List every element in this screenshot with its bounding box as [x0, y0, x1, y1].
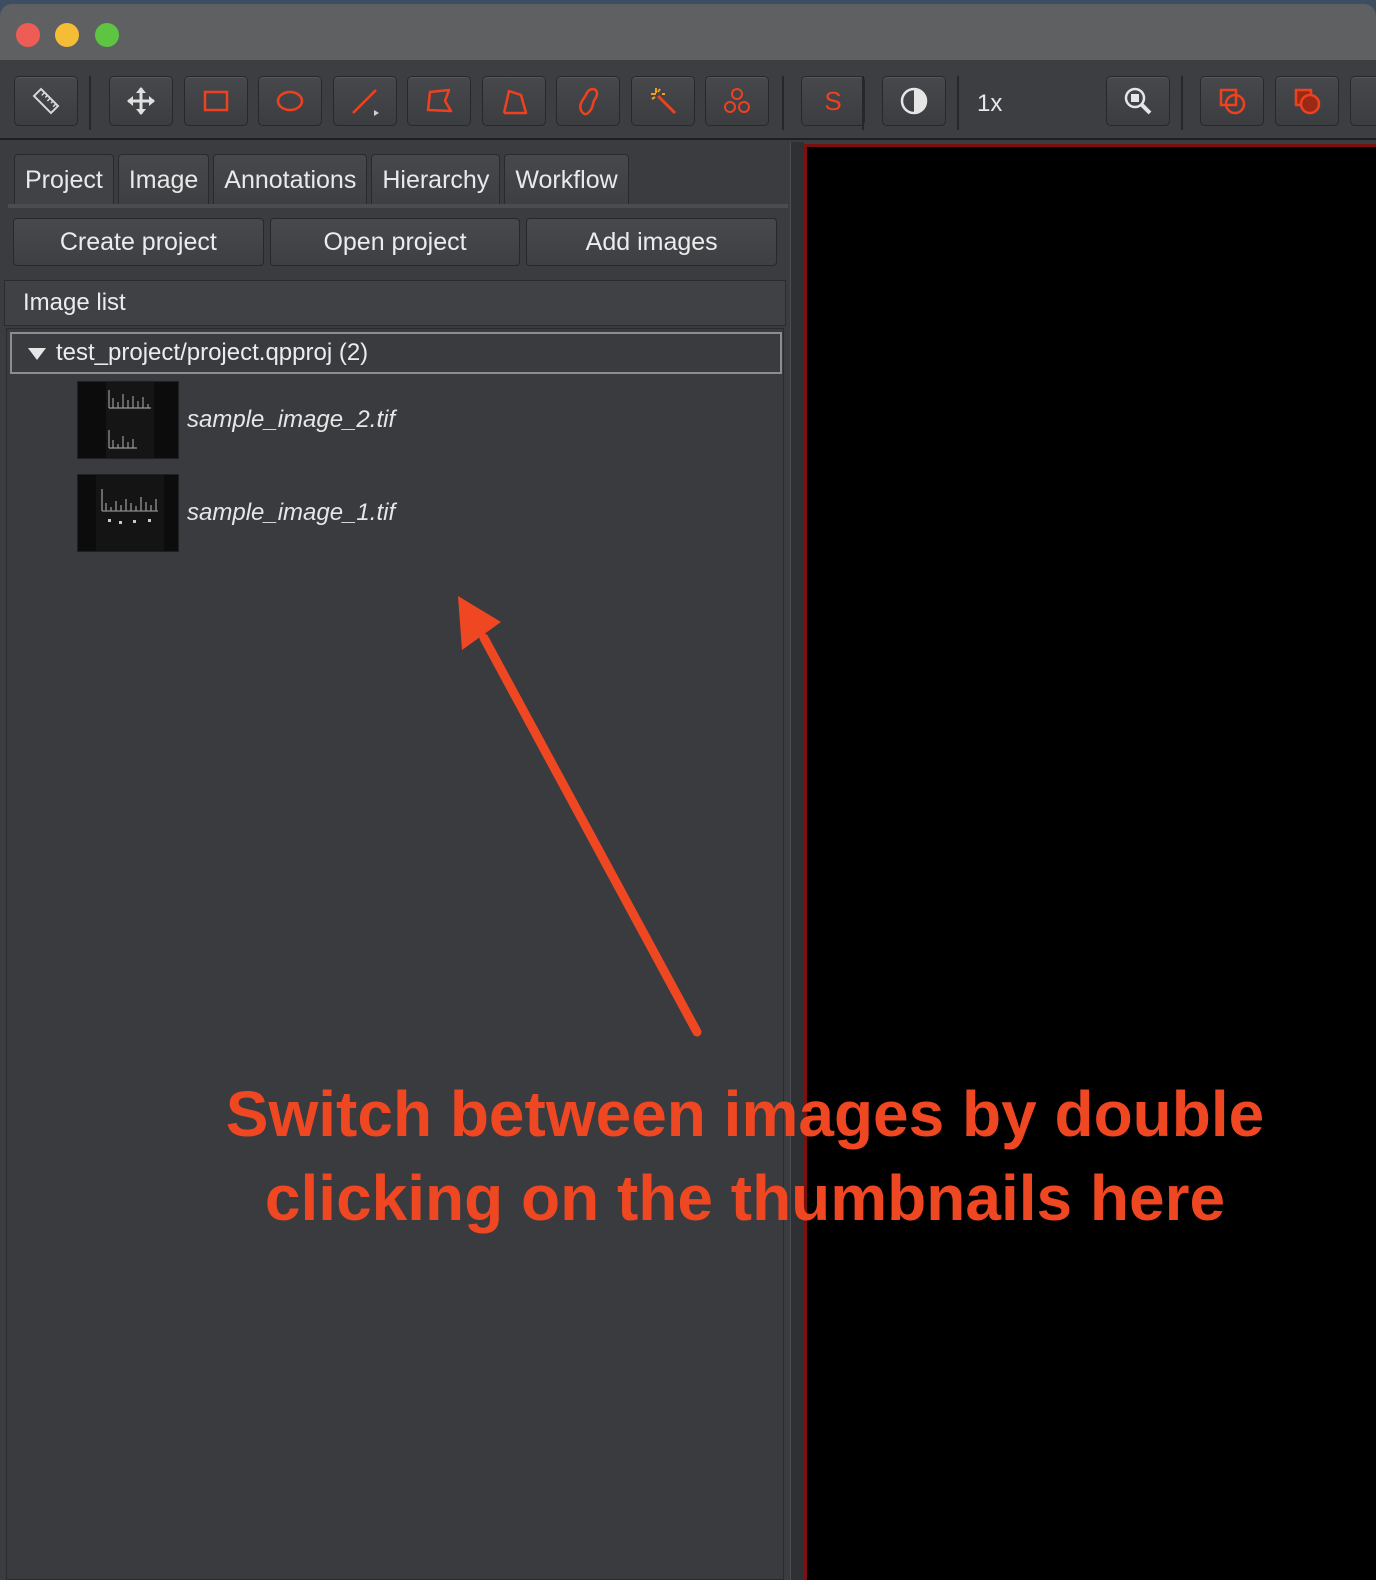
- image-entry[interactable]: sample_image_1.tif: [77, 474, 395, 552]
- project-label: test_project/project.qpproj (2): [56, 339, 369, 366]
- callout-line-2: clicking on the thumbnails here: [264, 1162, 1226, 1234]
- fill-annotations-button[interactable]: [1275, 76, 1339, 126]
- tab-project[interactable]: Project: [14, 154, 114, 204]
- fill-overlay-icon: [1294, 88, 1321, 115]
- main-toolbar: S 1x: [0, 60, 1376, 140]
- polyline-tool-button[interactable]: [482, 76, 546, 126]
- toolbar-separator: [1181, 76, 1183, 130]
- selection-mode-icon: S: [824, 85, 842, 116]
- close-window-button[interactable]: [16, 23, 40, 47]
- minimize-window-button[interactable]: [55, 23, 79, 47]
- toolbar-separator: [782, 76, 784, 130]
- rectangle-tool-button[interactable]: [184, 76, 248, 126]
- image-name-label: sample_image_2.tif: [187, 406, 396, 433]
- image-entry[interactable]: sample_image_2.tif: [77, 381, 395, 459]
- line-icon: [352, 89, 379, 116]
- wand-icon: [651, 88, 677, 115]
- ruler-icon: [32, 87, 60, 115]
- image-list: test_project/project.qpproj (2) sample_i…: [6, 328, 784, 1580]
- project-actions: Create project Open project Add images: [13, 218, 778, 266]
- polygon-icon: [426, 88, 453, 113]
- zoom-to-fit-button[interactable]: [1106, 76, 1170, 126]
- thumbnail-preview-icon: [78, 382, 178, 458]
- image-thumbnail[interactable]: [77, 474, 179, 552]
- tab-hierarchy[interactable]: Hierarchy: [371, 154, 501, 204]
- move-tool-button[interactable]: [109, 76, 173, 126]
- create-project-button[interactable]: Create project: [13, 218, 264, 266]
- selection-mode-button[interactable]: S: [801, 76, 865, 126]
- image-list-header[interactable]: Image list: [4, 280, 786, 326]
- panel-tabs: Project Image Annotations Hierarchy Work…: [14, 154, 629, 204]
- show-overlay-icon: [1219, 88, 1246, 115]
- points-tool-button[interactable]: [705, 76, 769, 126]
- wand-tool-button[interactable]: [631, 76, 695, 126]
- brightness-contrast-button[interactable]: [882, 76, 946, 126]
- add-images-button[interactable]: Add images: [526, 218, 778, 266]
- callout-text: Switch between images by double clicking…: [150, 1072, 1340, 1240]
- more-tools-button[interactable]: [1350, 76, 1376, 126]
- tab-annotations[interactable]: Annotations: [213, 154, 368, 204]
- show-annotations-button[interactable]: [1200, 76, 1264, 126]
- thumbnail-preview-icon: [78, 475, 178, 551]
- open-project-button[interactable]: Open project: [269, 218, 521, 266]
- zoom-to-fit-icon: [1124, 87, 1152, 115]
- rectangle-icon: [203, 90, 229, 112]
- ellipse-tool-button[interactable]: [258, 76, 322, 126]
- tab-workflow[interactable]: Workflow: [504, 154, 629, 204]
- image-viewer[interactable]: [804, 144, 1376, 1580]
- measure-tool-button[interactable]: [14, 76, 78, 126]
- maximize-window-button[interactable]: [95, 23, 119, 47]
- image-thumbnail[interactable]: [77, 381, 179, 459]
- title-bar: [0, 4, 1376, 60]
- analysis-panel: Project Image Annotations Hierarchy Work…: [0, 142, 790, 1580]
- expand-triangle-icon[interactable]: [28, 348, 46, 360]
- panel-splitter[interactable]: [790, 142, 804, 1580]
- toolbar-separator: [957, 76, 959, 130]
- tab-image[interactable]: Image: [117, 154, 210, 204]
- brush-icon: [579, 87, 599, 116]
- points-icon: [724, 88, 750, 113]
- tab-strip-divider: [8, 204, 788, 208]
- ellipse-icon: [276, 90, 304, 112]
- project-tree-root[interactable]: test_project/project.qpproj (2): [10, 332, 782, 374]
- line-tool-button[interactable]: [333, 76, 397, 126]
- polyline-icon: [502, 89, 528, 115]
- move-icon: [127, 87, 155, 115]
- toolbar-separator: [89, 76, 91, 130]
- contrast-icon: [900, 87, 928, 115]
- image-name-label: sample_image_1.tif: [187, 499, 396, 526]
- app-window: S 1x Project Image Annotations Hierarchy…: [0, 4, 1376, 1580]
- toolbar-separator: [862, 76, 864, 130]
- zoom-level[interactable]: 1x: [977, 90, 1002, 118]
- callout-line-1: Switch between images by double: [225, 1078, 1265, 1150]
- brush-tool-button[interactable]: [556, 76, 620, 126]
- polygon-tool-button[interactable]: [407, 76, 471, 126]
